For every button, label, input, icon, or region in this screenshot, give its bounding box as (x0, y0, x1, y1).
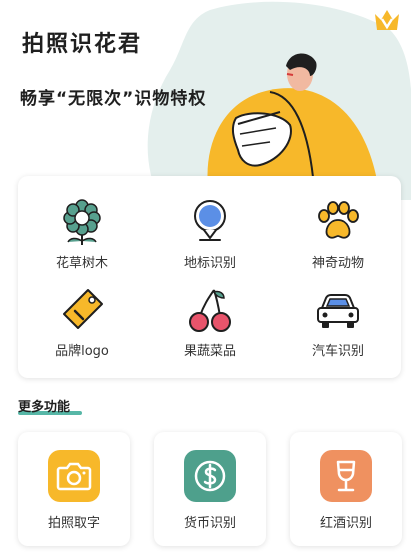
app-title: 拍照识花君 (22, 32, 143, 57)
camera-icon (48, 450, 100, 502)
grid-item-landmarks[interactable]: 地标识别 (150, 194, 270, 280)
feature-card-label: 拍照取字 (47, 516, 100, 531)
grid-item-label: 果蔬菜品 (183, 344, 236, 359)
grid-item-label: 品牌logo (55, 344, 109, 359)
feature-card-wine[interactable]: 红酒识别 (290, 432, 402, 546)
grid-item-label: 神奇动物 (311, 256, 364, 271)
tag-icon (63, 289, 103, 329)
grid-item-plants[interactable]: 花草树木 (22, 194, 142, 280)
grid-item-label: 地标识别 (183, 256, 236, 271)
cherry-icon (189, 289, 231, 332)
map-pin-icon (194, 200, 226, 241)
wine-glass-icon (320, 450, 372, 502)
grid-item-label: 花草树木 (55, 256, 108, 271)
vip-subtitle: 畅享“无限次”识物特权 (20, 89, 207, 109)
grid-item-animals[interactable]: 神奇动物 (278, 194, 398, 280)
grid-item-produce[interactable]: 果蔬菜品 (150, 282, 270, 368)
feature-card-label: 红酒识别 (319, 516, 372, 531)
recognition-grid: 花草树木 地标识别 神奇动物 品牌logo 果蔬菜品 汽车识别 (18, 176, 401, 378)
feature-card-currency[interactable]: 货币识别 (154, 432, 266, 546)
paw-icon (318, 201, 359, 239)
flower-icon (63, 199, 101, 245)
more-features-title: 更多功能 (18, 400, 71, 415)
feature-card-label: 货币识别 (183, 516, 236, 531)
grid-item-brand-logo[interactable]: 品牌logo (22, 282, 142, 368)
vip-crown-icon[interactable] (372, 6, 402, 34)
grid-item-label: 汽车识别 (311, 344, 364, 359)
dollar-icon (184, 450, 236, 502)
grid-item-cars[interactable]: 汽车识别 (278, 282, 398, 368)
car-icon (317, 294, 359, 328)
feature-card-text-capture[interactable]: 拍照取字 (18, 432, 130, 546)
header-banner: 拍照识花君 畅享“无限次”识物特权 (0, 0, 411, 200)
